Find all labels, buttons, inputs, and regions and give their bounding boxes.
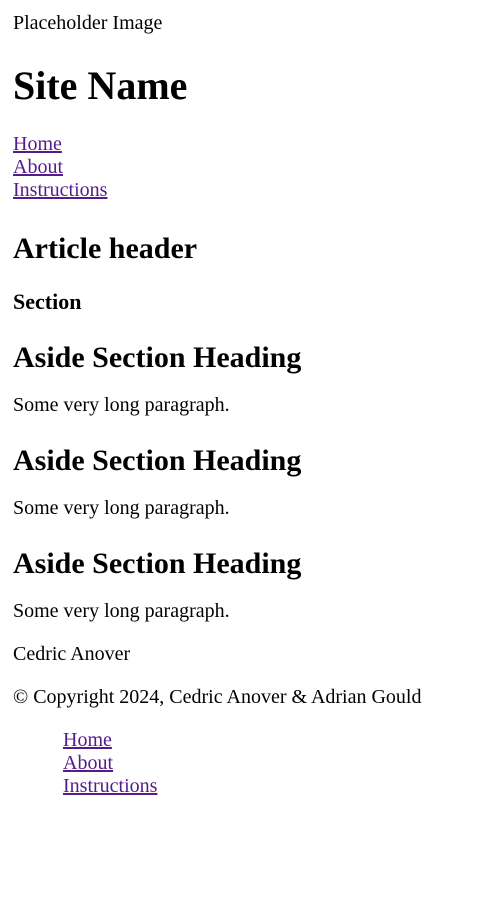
nav-link-about[interactable]: About bbox=[13, 156, 63, 179]
aside-section: Aside Section Heading Some very long par… bbox=[13, 341, 473, 417]
broken-image-alt-text: Placeholder Image bbox=[13, 12, 163, 34]
main-nav: Home About Instructions bbox=[13, 133, 473, 202]
page: Placeholder Image Site Name Home About I… bbox=[0, 11, 486, 798]
aside-paragraph: Some very long paragraph. bbox=[13, 394, 230, 416]
aside-section: Aside Section Heading Some very long par… bbox=[13, 547, 473, 623]
article-header: Article header bbox=[13, 232, 198, 265]
aside-paragraph: Some very long paragraph. bbox=[13, 497, 230, 519]
footer-link-home[interactable]: Home bbox=[63, 729, 112, 752]
aside-section: Aside Section Heading Some very long par… bbox=[13, 444, 473, 520]
nav-link-instructions[interactable]: Instructions bbox=[13, 179, 107, 202]
footer-link-instructions[interactable]: Instructions bbox=[63, 775, 157, 798]
site-footer: Cedric Anover © Copyright 2024, Cedric A… bbox=[13, 643, 473, 798]
aside-section-heading: Aside Section Heading bbox=[13, 444, 302, 477]
placeholder-image: Placeholder Image bbox=[13, 11, 473, 35]
copyright-text: © Copyright 2024, Cedric Anover & Adrian… bbox=[13, 686, 422, 708]
aside: Aside Section Heading Some very long par… bbox=[13, 341, 473, 623]
footer-author: Cedric Anover bbox=[13, 643, 131, 665]
section-heading: Section bbox=[13, 289, 82, 314]
site-name: Site Name bbox=[13, 63, 188, 108]
aside-paragraph: Some very long paragraph. bbox=[13, 600, 230, 622]
nav-link-home[interactable]: Home bbox=[13, 133, 62, 156]
aside-section-heading: Aside Section Heading bbox=[13, 341, 302, 374]
site-header: Placeholder Image Site Name Home About I… bbox=[13, 11, 473, 202]
footer-nav: Home About Instructions bbox=[13, 729, 473, 798]
main-content: Article header Section bbox=[13, 232, 473, 314]
aside-section-heading: Aside Section Heading bbox=[13, 547, 302, 580]
footer-link-about[interactable]: About bbox=[63, 752, 113, 775]
